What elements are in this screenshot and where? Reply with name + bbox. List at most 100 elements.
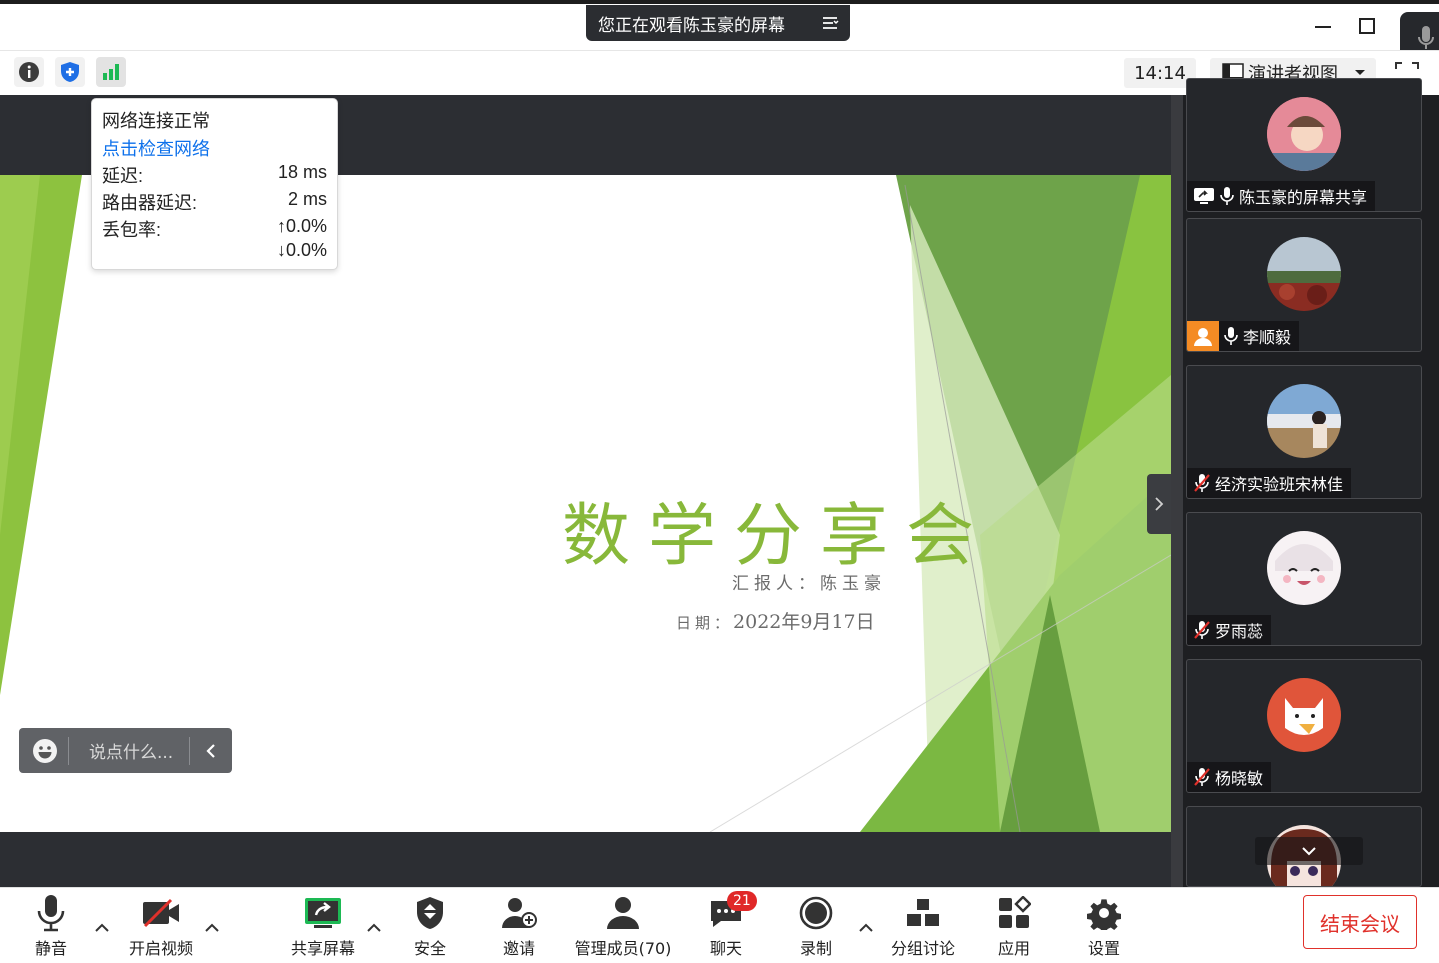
invite-label: 邀请 (502, 939, 535, 958)
network-status-popup: 网络连接正常 点击检查网络 延迟: 18 ms 路由器延迟: 2 ms 丢包率:… (91, 98, 338, 270)
participant-namebar: 李顺毅 (1187, 321, 1300, 351)
meeting-info-button[interactable] (14, 57, 44, 87)
apps-label: 应用 (997, 939, 1030, 958)
invite-button[interactable]: 邀请 (499, 893, 539, 963)
mic-icon (1224, 327, 1238, 345)
menu-icon[interactable] (820, 13, 840, 33)
participant-tile[interactable]: 李顺毅 (1186, 218, 1422, 352)
record-options-caret[interactable] (858, 920, 874, 936)
maximize-icon[interactable] (1355, 14, 1379, 38)
start-video-button[interactable]: 开启视频 (124, 893, 198, 963)
mic-icon (1220, 187, 1234, 205)
mic-icon (37, 895, 65, 932)
gear-icon (1087, 899, 1121, 930)
avatar (1267, 97, 1341, 171)
apps-button[interactable]: 应用 (994, 893, 1034, 963)
participant-tile[interactable]: 杨晓敏 (1186, 659, 1422, 793)
share-screen-button[interactable]: 共享屏幕 (287, 893, 359, 963)
mic-muted-icon (1194, 621, 1210, 639)
participant-name: 李顺毅 (1243, 328, 1292, 347)
quick-chat-bar[interactable]: 说点什么... (19, 728, 232, 773)
video-off-icon (143, 898, 179, 928)
chat-label: 聊天 (709, 939, 742, 958)
minimize-icon[interactable] (1311, 14, 1335, 38)
manage-participants-button[interactable]: 管理成员(70) (575, 893, 671, 963)
participants-icon (607, 897, 639, 929)
end-meeting-button[interactable]: 结束会议 (1303, 895, 1417, 949)
share-screen-label: 共享屏幕 (290, 939, 355, 958)
mute-button[interactable]: 静音 (26, 893, 76, 963)
title-bar: 您正在观看陈玉豪的屏幕 (0, 0, 1439, 64)
scroll-down-button[interactable] (1255, 837, 1363, 865)
viewing-banner[interactable]: 您正在观看陈玉豪的屏幕 (586, 5, 850, 41)
mic-muted-icon (1194, 768, 1210, 786)
participant-tile[interactable]: 罗雨蕊 (1186, 512, 1422, 646)
participant-namebar: 陈玉豪的屏幕共享 (1187, 181, 1376, 211)
avatar (1267, 678, 1341, 752)
packet-loss-down: ↓0.0% (276, 240, 327, 260)
start-video-label: 开启视频 (128, 939, 193, 958)
apps-icon (999, 896, 1031, 928)
shield-icon (417, 897, 443, 929)
router-latency-label: 路由器延迟: (102, 193, 198, 213)
record-label: 录制 (799, 939, 832, 958)
mic-muted-icon (1194, 474, 1210, 492)
breakout-rooms-label: 分组讨论 (890, 939, 955, 958)
router-latency-value: 2 ms (287, 189, 327, 209)
breakout-rooms-button[interactable]: 分组讨论 (888, 893, 958, 963)
share-options-caret[interactable] (366, 920, 382, 936)
user-avatar-icon (1187, 321, 1219, 351)
shield-icon (61, 62, 79, 82)
participant-name: 杨晓敏 (1215, 769, 1264, 788)
add-user-icon (502, 898, 537, 928)
emoji-icon[interactable] (32, 738, 58, 764)
mute-label: 静音 (34, 939, 67, 958)
record-button[interactable]: 录制 (796, 893, 836, 963)
breakout-rooms-icon (907, 899, 939, 926)
network-status-text: 网络连接正常 (102, 111, 210, 131)
avatar (1267, 384, 1341, 458)
viewing-text: 您正在观看陈玉豪的屏幕 (598, 15, 785, 36)
participant-namebar: 经济实验班宋林佳 (1187, 468, 1352, 498)
participant-name: 经济实验班宋林佳 (1215, 475, 1344, 494)
security-button[interactable]: 安全 (410, 893, 450, 963)
chat-separator (68, 736, 69, 765)
screen-share-icon (1194, 188, 1214, 204)
slide-date: 日期：2022年9月17日 (676, 607, 875, 634)
slide-reporter: 汇报人：陈玉豪 (732, 574, 886, 594)
manage-participants-label: 管理成员(70) (574, 939, 672, 958)
network-status-button[interactable] (96, 57, 126, 87)
participant-tile[interactable] (1186, 806, 1422, 887)
top-strip (0, 0, 1439, 4)
participant-name: 陈玉豪的屏幕共享 (1239, 188, 1368, 207)
participant-tile[interactable]: 陈玉豪的屏幕共享 (1186, 78, 1422, 212)
participant-namebar: 罗雨蕊 (1187, 615, 1272, 645)
chat-placeholder[interactable]: 说点什么... (89, 738, 189, 763)
chevron-down-icon (1355, 70, 1365, 75)
chevron-down-icon (1302, 847, 1316, 856)
video-options-caret[interactable] (204, 920, 220, 936)
latency-value: 18 ms (277, 162, 327, 182)
mute-options-caret[interactable] (94, 920, 110, 936)
chevron-right-icon (1155, 497, 1164, 511)
check-network-link[interactable]: 点击检查网络 (102, 135, 210, 161)
slide-date-value: 2022年9月17日 (733, 611, 875, 633)
participant-tile[interactable]: 经济实验班宋林佳 (1186, 365, 1422, 499)
signal-bars-icon (103, 64, 119, 80)
record-icon (799, 896, 833, 930)
panel-resize-handle[interactable] (1171, 95, 1183, 887)
participant-name: 罗雨蕊 (1215, 622, 1264, 641)
settings-label: 设置 (1087, 939, 1120, 958)
slide-title: 数学分享会 (562, 497, 993, 576)
settings-button[interactable]: 设置 (1084, 893, 1124, 963)
chat-unread-badge: 21 (727, 891, 757, 911)
collapse-panel-button[interactable] (1147, 474, 1171, 534)
participant-namebar: 杨晓敏 (1187, 762, 1272, 792)
latency-label: 延迟: (102, 166, 144, 186)
avatar (1267, 237, 1341, 311)
encryption-button[interactable] (55, 57, 85, 87)
packet-loss-label: 丢包率: (102, 220, 162, 240)
share-screen-icon (305, 898, 341, 928)
avatar (1267, 531, 1341, 605)
chevron-left-icon[interactable] (204, 743, 218, 759)
